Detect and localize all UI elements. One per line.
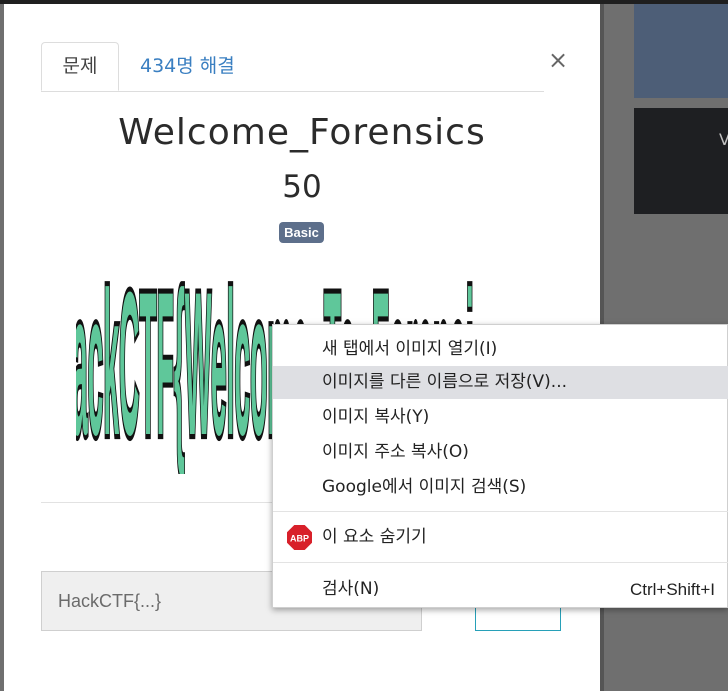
background-challenge-card xyxy=(634,4,728,98)
close-icon[interactable]: × xyxy=(548,48,568,72)
menu-item-open-image-new-tab[interactable]: 새 탭에서 이미지 열기(I) xyxy=(273,333,728,366)
menu-item-copy-image-address[interactable]: 이미지 주소 복사(O) xyxy=(273,436,728,469)
tab-challenge[interactable]: 문제 xyxy=(41,42,119,91)
menu-item-copy-image[interactable]: 이미지 복사(Y) xyxy=(273,401,728,434)
modal-tabs: 문제 434명 해결 xyxy=(41,42,544,92)
menu-item-shortcut: Ctrl+Shift+I xyxy=(629,580,715,599)
menu-separator xyxy=(273,511,728,512)
challenge-points: 50 xyxy=(282,169,322,205)
menu-item-label: Google에서 이미지 검색(S) xyxy=(322,477,527,497)
menu-item-label: 검사(N) xyxy=(322,579,380,599)
challenge-title: Welcome_Forensics xyxy=(118,112,486,153)
menu-item-label: 이미지를 다른 이름으로 저장(V)... xyxy=(322,372,567,392)
tab-solves[interactable]: 434명 해결 xyxy=(140,42,235,91)
adblock-plus-icon-text: ABP xyxy=(290,534,309,544)
menu-item-search-image-google[interactable]: Google에서 이미지 검색(S) xyxy=(273,471,728,504)
menu-item-inspect[interactable]: 검사(N) Ctrl+Shift+I xyxy=(273,573,728,606)
background-card-text: V xyxy=(719,130,728,149)
background-challenge-card-dark xyxy=(634,108,728,214)
menu-item-label: 이미지 복사(Y) xyxy=(322,407,430,427)
adblock-plus-icon: ABP xyxy=(287,525,312,550)
menu-item-save-image-as[interactable]: 이미지를 다른 이름으로 저장(V)... xyxy=(273,366,728,399)
menu-item-label: 이미지 주소 복사(O) xyxy=(322,442,469,462)
menu-item-label: 새 탭에서 이미지 열기(I) xyxy=(322,339,498,359)
menu-item-hide-element[interactable]: ABP 이 요소 숨기기 xyxy=(273,521,728,554)
menu-item-label: 이 요소 숨기기 xyxy=(322,527,427,547)
category-badge: Basic xyxy=(279,222,324,243)
context-menu: 새 탭에서 이미지 열기(I) 이미지를 다른 이름으로 저장(V)... 이미… xyxy=(272,324,728,608)
menu-separator xyxy=(273,562,728,563)
